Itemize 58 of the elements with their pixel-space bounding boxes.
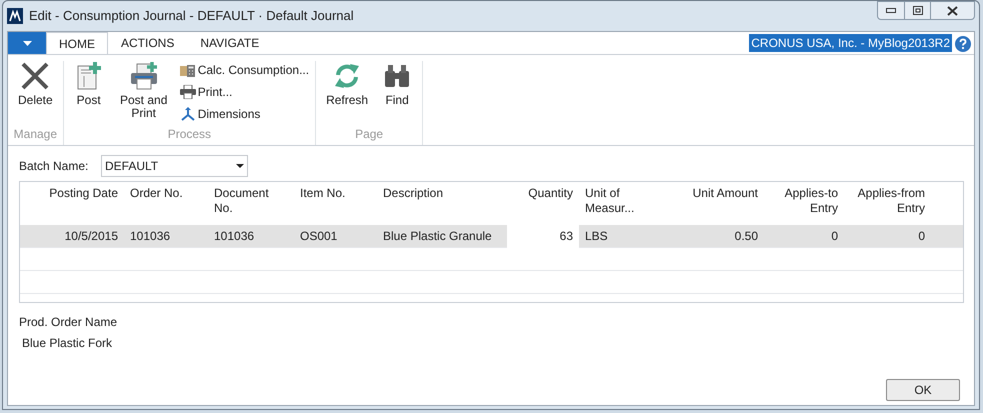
column-header[interactable]: Description (377, 186, 507, 225)
batch-name-dropdown[interactable]: DEFAULT (101, 155, 248, 177)
caret-icon (236, 164, 244, 168)
ribbon-tab[interactable]: HOME (46, 32, 108, 54)
prod-order-name-value: Blue Plastic Fork (22, 335, 114, 352)
ribbon-tab[interactable]: NAVIGATE (187, 32, 272, 54)
batch-name-label: Batch Name: (19, 158, 90, 175)
prod-order-name-label: Prod. Order Name (19, 314, 118, 331)
app-logo-icon (7, 8, 23, 24)
column-header[interactable]: Applies-to Entry (764, 186, 844, 225)
column-header[interactable]: Applies-from Entry (844, 186, 931, 225)
app-menu-button[interactable] (8, 32, 46, 54)
column-header[interactable]: Quantity (507, 186, 579, 225)
ribbon-group-label: Page (354, 126, 384, 143)
close-button[interactable] (931, 1, 975, 20)
table-cell-text: Blue Plastic Granule (382, 228, 493, 244)
ribbon-button[interactable]: Find (376, 61, 418, 107)
maximize-icon (912, 6, 922, 15)
table-cell-text: 10/5/2015 (64, 228, 119, 244)
column-header[interactable]: Order No. (124, 186, 208, 225)
window-title: Edit - Consumption Journal - DEFAULT · Default Journal (29, 7, 354, 26)
printer-icon (128, 61, 159, 91)
table-row[interactable]: 10/5/2015 101036 101036 OS001 Blue Plastic Granule 63 LBS 0.50 0 0 (20, 225, 963, 248)
ok-button[interactable]: OK (886, 379, 960, 401)
minimize-button[interactable] (877, 1, 905, 20)
ribbon-button[interactable]: Print... (180, 83, 310, 101)
column-header[interactable]: Unit of Measur... (579, 186, 644, 225)
table-cell-text: 0.50 (734, 228, 759, 244)
table-cell-text: OS001 (299, 228, 338, 244)
dimensions-icon (180, 107, 196, 121)
help-icon[interactable] (955, 36, 971, 52)
table-cell-text: 0 (830, 228, 839, 244)
table-cell[interactable]: 63 (507, 224, 579, 248)
table-cell-text: 101036 (129, 228, 172, 244)
calculator-icon (180, 63, 196, 77)
ribbon-group-label: Manage (12, 126, 58, 143)
maximize-button[interactable] (905, 1, 931, 20)
ribbon-group-label: Process (166, 126, 212, 143)
column-header[interactable]: Document No. (208, 186, 294, 225)
caret-icon (22, 40, 32, 46)
company-name: CRONUS USA, Inc. - MyBlog2013R2 (749, 34, 952, 52)
minimize-icon (886, 8, 896, 13)
column-header[interactable]: Posting Date (32, 186, 124, 225)
ribbon-button[interactable]: Post (68, 61, 110, 107)
ribbon-button[interactable]: Refresh (320, 61, 374, 107)
ribbon-button[interactable]: Dimensions (180, 105, 310, 123)
table-cell-text: 101036 (213, 228, 256, 244)
ribbon-button[interactable]: Calc. Consumption... (180, 61, 310, 79)
delete-icon (20, 61, 50, 91)
column-header[interactable]: Item No. (294, 186, 377, 225)
column-header[interactable]: Unit Amount (644, 186, 764, 225)
table-cell-text: LBS (584, 228, 609, 244)
ribbon-tab[interactable]: ACTIONS (108, 32, 188, 54)
table-cell-text: 0 (917, 228, 926, 244)
printer-icon (180, 85, 196, 99)
ribbon-button[interactable]: Delete (12, 61, 59, 107)
close-icon (947, 6, 958, 16)
ribbon-button[interactable]: Post and Print (112, 61, 176, 120)
